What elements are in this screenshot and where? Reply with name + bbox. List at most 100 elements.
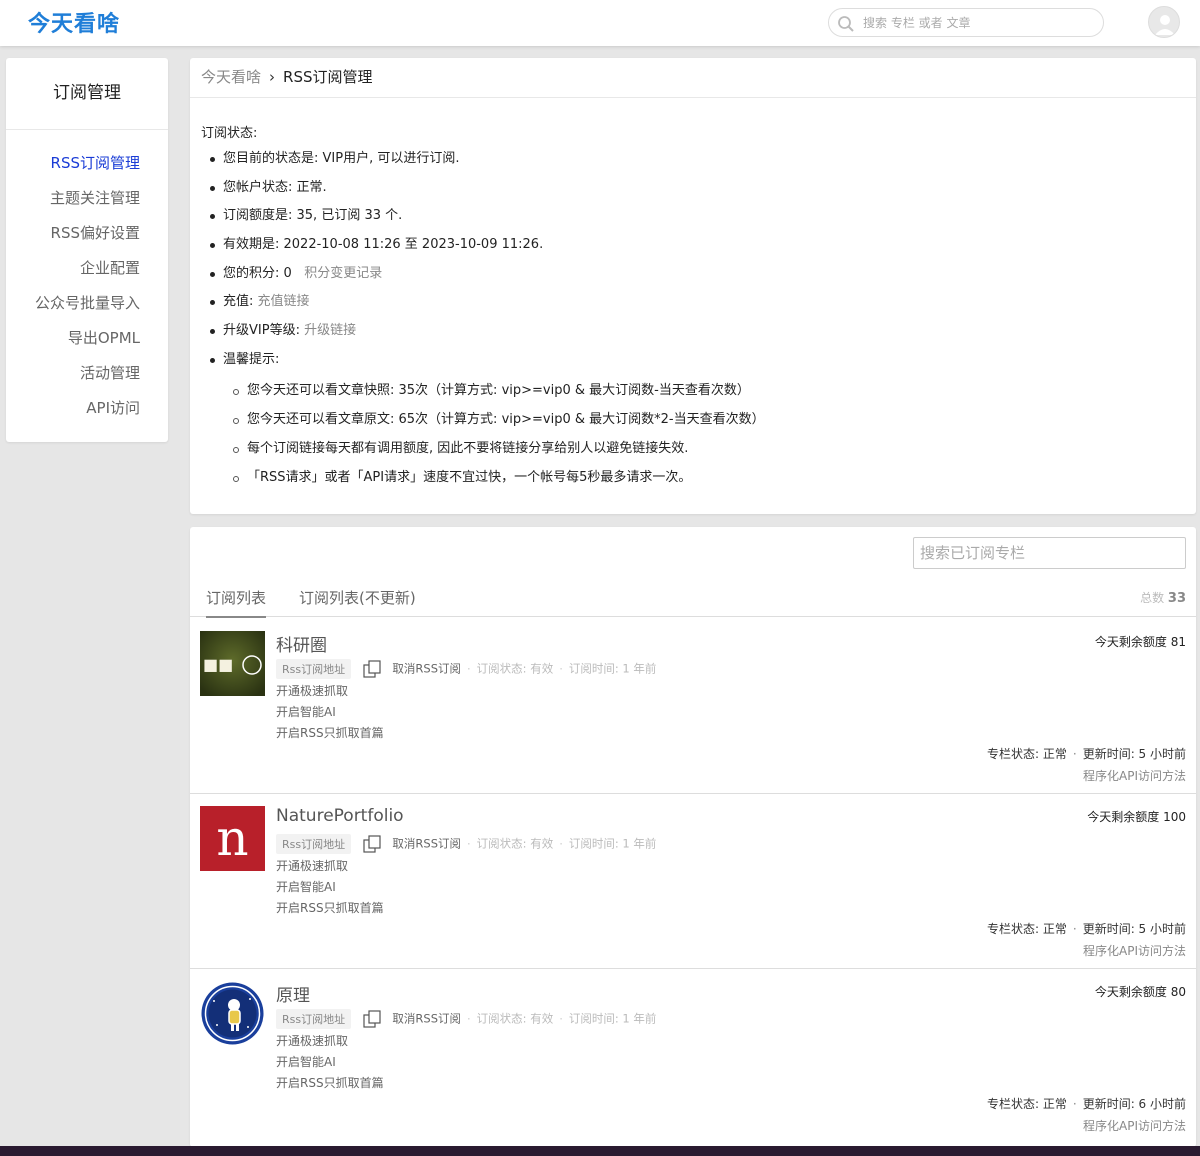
sidebar-item-export-opml[interactable]: 导出OPML xyxy=(6,326,168,361)
subscription-name[interactable]: NaturePortfolio xyxy=(276,806,404,826)
status-points: 您的积分: 0 积分变更记录 xyxy=(209,261,1185,290)
rss-address-button[interactable]: Rss订阅地址 xyxy=(276,834,352,854)
keyanquan-logo[interactable]: ■■ xyxy=(200,631,265,696)
subscription-options: 开通极速抓取 开启智能AI 开启RSS只抓取首篇 xyxy=(276,1031,384,1094)
subscription-row: 原理 Rss订阅地址 取消RSS订阅 · 订阅状态: 有效 · 订阅时间: 1 年前 开… xyxy=(190,969,1196,1144)
status-heading: 订阅状态: xyxy=(201,126,258,141)
tips-list: 您今天还可以看文章快照: 35次（计算方式: vip>=vip0 & 最大订阅数… xyxy=(223,375,1185,491)
search-input[interactable] xyxy=(863,13,1093,33)
fast-fetch-link[interactable]: 开通极速抓取 xyxy=(276,856,384,877)
status-list: 您目前的状态是: VIP用户, 可以进行订阅. 您帐户状态: 正常. 订阅额度是… xyxy=(201,146,1185,485)
column-meta: 专栏状态: 正常 · 更新时间: 5 小时前 xyxy=(987,747,1186,761)
subscription-options: 开通极速抓取 开启智能AI 开启RSS只抓取首篇 xyxy=(276,856,384,919)
avatar[interactable] xyxy=(1148,6,1180,38)
sidebar-item-activity[interactable]: 活动管理 xyxy=(6,361,168,396)
status-vip: 您目前的状态是: VIP用户, 可以进行订阅. xyxy=(209,146,1185,175)
subscription-row: n NaturePortfolio Rss订阅地址 取消RSS订阅 · 订阅状态: … xyxy=(190,794,1196,969)
first-only-link[interactable]: 开启RSS只抓取首篇 xyxy=(276,1073,384,1094)
sidebar-item-enterprise[interactable]: 企业配置 xyxy=(6,256,168,291)
subscription-time: 订阅时间: 1 年前 xyxy=(568,836,657,851)
status-panel: 今天看啥 › RSS订阅管理 订阅状态: 您目前的状态是: VIP用户, 可以进行订… xyxy=(190,58,1196,514)
sidebar-item-topic-follow[interactable]: 主题关注管理 xyxy=(6,186,168,221)
global-search[interactable] xyxy=(828,8,1104,37)
upgrade-label: 升级VIP等级: xyxy=(223,323,305,339)
subscription-time: 订阅时间: 1 年前 xyxy=(568,661,657,676)
fast-fetch-link[interactable]: 开通极速抓取 xyxy=(276,681,384,702)
unsubscribe-button[interactable]: 取消RSS订阅 xyxy=(392,662,461,676)
fast-fetch-link[interactable]: 开通极速抓取 xyxy=(276,1031,384,1052)
status-quota: 订阅额度是: 35, 已订阅 33 个. xyxy=(209,203,1185,232)
total-value: 33 xyxy=(1167,591,1186,606)
subscription-name[interactable]: 原理 xyxy=(276,981,310,1006)
column-status: 专栏状态: 正常 xyxy=(987,747,1067,761)
total-label: 总数 xyxy=(1140,591,1165,605)
api-access-link[interactable]: 程序化API访问方法 xyxy=(1083,767,1186,784)
subscription-options: 开通极速抓取 开启智能AI 开启RSS只抓取首篇 xyxy=(276,681,384,744)
subscription-status: 订阅状态: 有效 xyxy=(476,1011,554,1026)
tip-original: 您今天还可以看文章原文: 65次（计算方式: vip>=vip0 & 最大订阅数… xyxy=(233,404,1185,433)
breadcrumb: 今天看啥 › RSS订阅管理 xyxy=(190,58,1196,98)
subscription-actions: Rss订阅地址 取消RSS订阅 · 订阅状态: 有效 · 订阅时间: 1 年前 xyxy=(276,659,656,679)
subscription-actions: Rss订阅地址 取消RSS订阅 · 订阅状态: 有效 · 订阅时间: 1 年前 xyxy=(276,1009,656,1029)
sidebar-title: 订阅管理 xyxy=(6,58,168,130)
unsubscribe-button[interactable]: 取消RSS订阅 xyxy=(392,1012,461,1026)
daily-quota: 今天剩余额度 81 xyxy=(1094,635,1186,649)
breadcrumb-home[interactable]: 今天看啥 xyxy=(201,68,261,86)
copy-icon[interactable] xyxy=(363,1010,381,1028)
subscription-tabs: 订阅列表 订阅列表(不更新) 总数 33 xyxy=(190,579,1196,618)
tips-label: 温馨提示: xyxy=(223,351,280,367)
subscription-panel: 订阅列表 订阅列表(不更新) 总数 33 ■■ 科研圈 Rss订阅地址 取消RS… xyxy=(190,527,1196,1147)
column-status: 专栏状态: 正常 xyxy=(987,922,1067,936)
update-time: 更新时间: 6 小时前 xyxy=(1082,1097,1186,1111)
recharge-link[interactable]: 充值链接 xyxy=(258,294,310,309)
nature-logo[interactable]: n xyxy=(200,806,265,871)
top-bar: 今天看啥 xyxy=(0,0,1200,46)
sidebar: 订阅管理 RSS订阅管理 主题关注管理 RSS偏好设置 企业配置 公众号批量导入… xyxy=(6,58,168,442)
total-count: 总数 33 xyxy=(1140,589,1186,606)
tab-subscription-list-stale[interactable]: 订阅列表(不更新) xyxy=(299,587,416,616)
smart-ai-link[interactable]: 开启智能AI xyxy=(276,702,384,723)
column-meta: 专栏状态: 正常 · 更新时间: 6 小时前 xyxy=(987,1097,1186,1111)
subscription-name[interactable]: 科研圈 xyxy=(276,631,327,656)
column-status: 专栏状态: 正常 xyxy=(987,1097,1067,1111)
site-logo[interactable]: 今天看啥 xyxy=(28,6,120,38)
status-upgrade: 升级VIP等级: 升级链接 xyxy=(209,318,1185,347)
sidebar-menu: RSS订阅管理 主题关注管理 RSS偏好设置 企业配置 公众号批量导入 导出OP… xyxy=(6,130,168,431)
copy-icon[interactable] xyxy=(363,660,381,678)
subscription-row: ■■ 科研圈 Rss订阅地址 取消RSS订阅 · 订阅状态: 有效 · 订阅时间: 1 … xyxy=(190,619,1196,794)
first-only-link[interactable]: 开启RSS只抓取首篇 xyxy=(276,723,384,744)
status-recharge: 充值: 充值链接 xyxy=(209,289,1185,318)
smart-ai-link[interactable]: 开启智能AI xyxy=(276,877,384,898)
subscription-status: 订阅状态: 有效 xyxy=(476,661,554,676)
sidebar-item-rss-manage[interactable]: RSS订阅管理 xyxy=(6,151,168,186)
sidebar-item-rss-preferences[interactable]: RSS偏好设置 xyxy=(6,221,168,256)
daily-quota: 今天剩余额度 80 xyxy=(1094,985,1186,999)
sidebar-item-batch-import[interactable]: 公众号批量导入 xyxy=(6,291,168,326)
api-access-link[interactable]: 程序化API访问方法 xyxy=(1083,1117,1186,1134)
smart-ai-link[interactable]: 开启智能AI xyxy=(276,1052,384,1073)
tip-link-quota: 每个订阅链接每天都有调用额度, 因此不要将链接分享给别人以避免链接失效. xyxy=(233,433,1185,462)
first-only-link[interactable]: 开启RSS只抓取首篇 xyxy=(276,898,384,919)
tip-snapshot: 您今天还可以看文章快照: 35次（计算方式: vip>=vip0 & 最大订阅数… xyxy=(233,375,1185,404)
user-icon xyxy=(1155,15,1175,35)
points-history-link[interactable]: 积分变更记录 xyxy=(304,266,382,281)
daily-quota: 今天剩余额度 100 xyxy=(1087,810,1186,824)
tip-rate-limit: 「RSS请求」或者「API请求」速度不宜过快，一个帐号每5秒最多请求一次。 xyxy=(233,462,1185,491)
sidebar-item-api[interactable]: API访问 xyxy=(6,396,168,431)
update-time: 更新时间: 5 小时前 xyxy=(1082,922,1186,936)
upgrade-link[interactable]: 升级链接 xyxy=(304,323,356,338)
api-access-link[interactable]: 程序化API访问方法 xyxy=(1083,942,1186,959)
breadcrumb-separator: › xyxy=(269,68,276,86)
status-tips: 温馨提示: 您今天还可以看文章快照: 35次（计算方式: vip>=vip0 &… xyxy=(209,347,1185,485)
breadcrumb-current: RSS订阅管理 xyxy=(283,68,373,86)
bottom-bar xyxy=(0,1146,1200,1156)
subscription-search-input[interactable] xyxy=(913,537,1186,569)
rss-address-button[interactable]: Rss订阅地址 xyxy=(276,659,352,679)
copy-icon[interactable] xyxy=(363,835,381,853)
svg-text:■■: ■■ xyxy=(203,655,233,674)
yuanli-logo[interactable] xyxy=(200,981,265,1046)
tab-subscription-list[interactable]: 订阅列表 xyxy=(206,587,267,618)
unsubscribe-button[interactable]: 取消RSS订阅 xyxy=(392,837,461,851)
rss-address-button[interactable]: Rss订阅地址 xyxy=(276,1009,352,1029)
subscription-status: 订阅状态: 有效 xyxy=(476,836,554,851)
